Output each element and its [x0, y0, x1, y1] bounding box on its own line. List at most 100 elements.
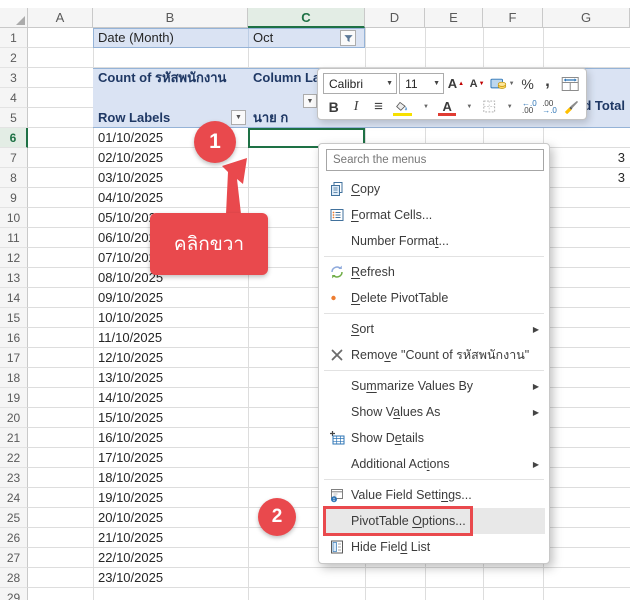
row-header-12[interactable]: 12	[0, 248, 28, 268]
column-header-e[interactable]: E	[425, 8, 483, 28]
row-header-8[interactable]: 8	[0, 168, 28, 188]
row-header-29[interactable]: 29	[0, 588, 28, 600]
row-header-11[interactable]: 11	[0, 228, 28, 248]
menu-item[interactable]: PivotTable Options...	[323, 508, 545, 534]
row-header-13[interactable]: 13	[0, 268, 28, 288]
row-header-2[interactable]: 2	[0, 48, 28, 68]
cell-c5-column-item[interactable]: นาย ก	[253, 108, 288, 128]
date-cell[interactable]: 01/10/2025	[98, 128, 163, 148]
row-header-1[interactable]: 1	[0, 28, 28, 48]
menu-item[interactable]: Show Values As▶	[323, 399, 545, 425]
menu-item[interactable]: Remove "Count of รหัสพนักงาน"	[323, 342, 545, 368]
column-header-b[interactable]: B	[93, 8, 248, 28]
date-cell[interactable]: 09/10/2025	[98, 288, 163, 308]
fill-color-button[interactable]	[391, 96, 414, 117]
date-cell[interactable]: 02/10/2025	[98, 148, 163, 168]
row-header-27[interactable]: 27	[0, 548, 28, 568]
row-header-5[interactable]: 5	[0, 108, 28, 128]
grand-total-value-cell[interactable]: 3	[543, 148, 625, 168]
date-cell[interactable]: 12/10/2025	[98, 348, 163, 368]
font-size-combobox[interactable]: 11 ▼	[399, 73, 444, 94]
row-labels-dropdown-button[interactable]: ▼	[231, 110, 246, 125]
row-header-15[interactable]: 15	[0, 308, 28, 328]
column-header-d[interactable]: D	[365, 8, 425, 28]
bold-button[interactable]: B	[323, 96, 344, 117]
borders-dropdown[interactable]: ▼	[500, 96, 518, 117]
row-header-28[interactable]: 28	[0, 568, 28, 588]
column-header-a[interactable]: A	[28, 8, 93, 28]
comma-style-button[interactable]: ,	[539, 73, 557, 94]
percent-style-button[interactable]: %	[519, 73, 537, 94]
date-cell[interactable]: 04/10/2025	[98, 188, 163, 208]
row-header-10[interactable]: 10	[0, 208, 28, 228]
menu-item[interactable]: Copy	[323, 176, 545, 202]
font-color-dropdown[interactable]: ▼	[460, 96, 478, 117]
date-cell[interactable]: 17/10/2025	[98, 448, 163, 468]
fill-color-dropdown[interactable]: ▼	[416, 96, 434, 117]
borders-button[interactable]	[480, 96, 498, 117]
menu-item[interactable]: Number Format...	[323, 228, 545, 254]
row-header-14[interactable]: 14	[0, 288, 28, 308]
format-painter-button[interactable]	[561, 96, 581, 117]
filter-applied-button[interactable]	[340, 30, 356, 46]
cell-b5-row-labels[interactable]: Row Labels	[98, 108, 170, 128]
menu-item[interactable]: Value Field Settings...	[323, 482, 545, 508]
date-cell[interactable]: 15/10/2025	[98, 408, 163, 428]
number-format-gallery-button[interactable]: ▼	[488, 73, 516, 94]
date-cell[interactable]: 11/10/2025	[98, 328, 162, 348]
column-header-g[interactable]: G	[543, 8, 630, 28]
menu-item[interactable]: Show Details	[323, 425, 545, 451]
row-header-24[interactable]: 24	[0, 488, 28, 508]
menu-item[interactable]: Sort▶	[323, 316, 545, 342]
row-header-23[interactable]: 23	[0, 468, 28, 488]
cell-c1-filter-value[interactable]: Oct	[253, 28, 273, 48]
row-header-6[interactable]: 6	[0, 128, 28, 148]
italic-button[interactable]: I	[346, 96, 365, 117]
date-cell[interactable]: 18/10/2025	[98, 468, 163, 488]
grand-total-value-cell[interactable]: 3	[543, 168, 625, 188]
row-header-25[interactable]: 25	[0, 508, 28, 528]
row-header-9[interactable]: 9	[0, 188, 28, 208]
grow-font-button[interactable]: A▲	[446, 73, 466, 94]
font-color-button[interactable]: A	[436, 96, 457, 117]
select-all-button[interactable]	[0, 8, 28, 28]
decrease-decimal-button[interactable]: .00→.0	[540, 96, 558, 117]
row-header-19[interactable]: 19	[0, 388, 28, 408]
search-input[interactable]	[326, 149, 544, 171]
row-header-17[interactable]: 17	[0, 348, 28, 368]
date-cell[interactable]: 20/10/2025	[98, 508, 163, 528]
column-header-f[interactable]: F	[483, 8, 543, 28]
shrink-font-button[interactable]: A▼	[468, 73, 486, 94]
autofit-column-width-button[interactable]	[559, 73, 581, 94]
row-header-20[interactable]: 20	[0, 408, 28, 428]
menu-item[interactable]: Additional Actions▶	[323, 451, 545, 477]
font-name-combobox[interactable]: Calibri ▼	[323, 73, 397, 94]
row-header-4[interactable]: 4	[0, 88, 28, 108]
increase-decimal-button[interactable]: ←.0.00	[520, 96, 538, 117]
date-cell[interactable]: 13/10/2025	[98, 368, 163, 388]
row-header-16[interactable]: 16	[0, 328, 28, 348]
date-cell[interactable]: 10/10/2025	[98, 308, 163, 328]
cell-b1-filter-field[interactable]: Date (Month)	[98, 28, 174, 48]
date-cell[interactable]: 22/10/2025	[98, 548, 163, 568]
column-labels-dropdown-button[interactable]: ▼	[303, 94, 317, 108]
row-header-3[interactable]: 3	[0, 68, 28, 88]
menu-item[interactable]: Hide Field List	[323, 534, 545, 560]
row-header-22[interactable]: 22	[0, 448, 28, 468]
menu-item[interactable]: Format Cells...	[323, 202, 545, 228]
cell-b3-count-label[interactable]: Count of รหัสพนักงาน	[98, 68, 226, 88]
row-header-21[interactable]: 21	[0, 428, 28, 448]
date-cell[interactable]: 23/10/2025	[98, 568, 163, 588]
align-button[interactable]: ≡	[368, 96, 389, 117]
row-header-7[interactable]: 7	[0, 148, 28, 168]
date-cell[interactable]: 21/10/2025	[98, 528, 163, 548]
date-cell[interactable]: 14/10/2025	[98, 388, 163, 408]
row-header-26[interactable]: 26	[0, 528, 28, 548]
date-cell[interactable]: 16/10/2025	[98, 428, 163, 448]
column-header-c[interactable]: C	[248, 8, 365, 28]
menu-item[interactable]: Refresh	[323, 259, 545, 285]
date-cell[interactable]: 19/10/2025	[98, 488, 163, 508]
row-header-18[interactable]: 18	[0, 368, 28, 388]
date-cell[interactable]: 03/10/2025	[98, 168, 163, 188]
menu-item[interactable]: Delete PivotTable	[323, 285, 545, 311]
